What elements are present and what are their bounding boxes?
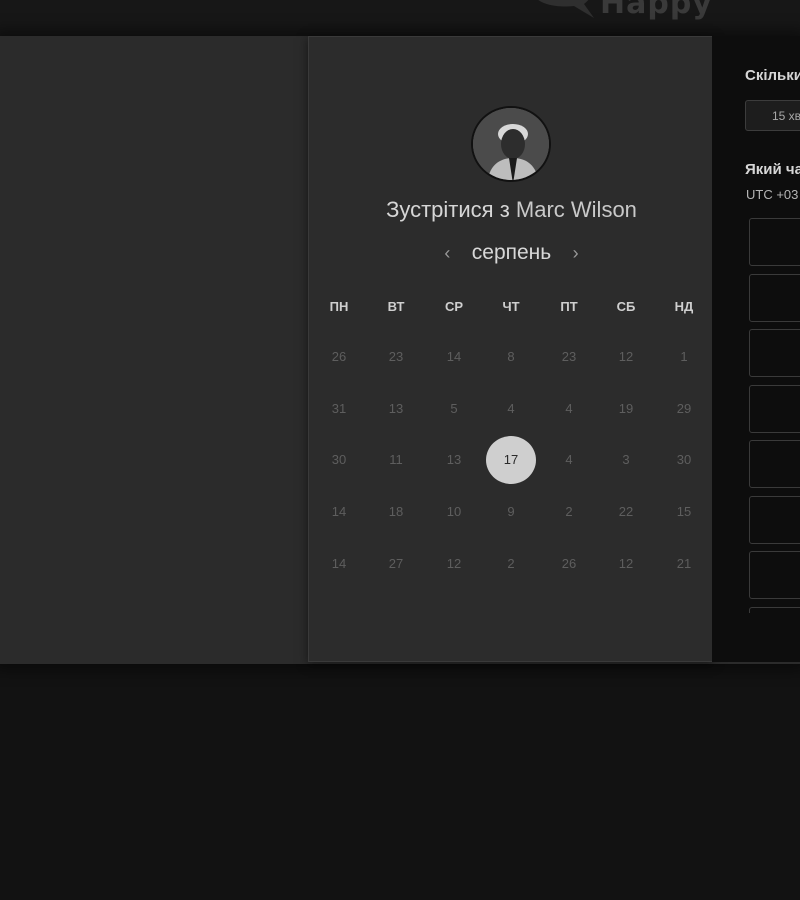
- day-grid: 26 23 14 8 23 12 1 31 13 5 4 4 19 29 30 11 13 17 4 3 30 14 18 1…: [309, 37, 714, 663]
- calendar-day[interactable]: 2: [549, 502, 589, 522]
- calendar-day[interactable]: 23: [549, 347, 589, 367]
- calendar-day-selected[interactable]: 17: [486, 436, 536, 484]
- time-panel: Скільки 15 хв Який ча UTC +03: [712, 36, 800, 662]
- calendar-day[interactable]: 2: [491, 554, 531, 574]
- time-slot[interactable]: [749, 606, 800, 613]
- calendar-day[interactable]: 11: [376, 450, 416, 470]
- calendar-day[interactable]: 12: [434, 554, 474, 574]
- time-slot[interactable]: [749, 273, 800, 322]
- calendar-card: Зустрітися з Marc Wilson ‹ серпень › ПН …: [308, 36, 713, 662]
- calendar-day[interactable]: 23: [376, 347, 416, 367]
- time-slot[interactable]: [749, 440, 800, 488]
- calendar-day[interactable]: 3: [606, 450, 646, 470]
- time-slot-list: [749, 218, 800, 613]
- calendar-day[interactable]: 1: [664, 347, 704, 367]
- calendar-day[interactable]: 14: [319, 502, 359, 522]
- calendar-day[interactable]: 12: [606, 554, 646, 574]
- calendar-day[interactable]: 29: [664, 399, 704, 419]
- calendar-day[interactable]: 18: [376, 502, 416, 522]
- calendar-day[interactable]: 26: [549, 554, 589, 574]
- calendar-day[interactable]: 9: [491, 502, 531, 522]
- calendar-day[interactable]: 8: [491, 347, 531, 367]
- timezone-label[interactable]: UTC +03: [746, 187, 798, 202]
- calendar-day[interactable]: 5: [434, 399, 474, 419]
- calendar-day[interactable]: 26: [319, 347, 359, 367]
- time-slot[interactable]: [749, 329, 800, 377]
- calendar-day[interactable]: 14: [434, 347, 474, 367]
- calendar-day[interactable]: 31: [319, 399, 359, 419]
- logo-icon: [538, 0, 594, 18]
- calendar-day[interactable]: 30: [664, 450, 704, 470]
- calendar-day[interactable]: 15: [664, 502, 704, 522]
- calendar-day[interactable]: 14: [319, 554, 359, 574]
- time-slot[interactable]: [749, 218, 800, 266]
- calendar-day[interactable]: 13: [376, 399, 416, 419]
- calendar-day[interactable]: 4: [549, 450, 589, 470]
- calendar-day[interactable]: 10: [434, 502, 474, 522]
- logo-text: Happy: [600, 0, 713, 21]
- duration-select[interactable]: 15 хв: [745, 100, 800, 131]
- calendar-day[interactable]: 19: [606, 399, 646, 419]
- calendar-day[interactable]: 22: [606, 502, 646, 522]
- calendar-day[interactable]: 4: [549, 399, 589, 419]
- calendar-day[interactable]: 21: [664, 554, 704, 574]
- time-question: Який ча: [745, 161, 800, 178]
- time-slot[interactable]: [749, 384, 800, 433]
- calendar-day[interactable]: 13: [434, 450, 474, 470]
- duration-question: Скільки: [745, 67, 800, 84]
- calendar-day[interactable]: 30: [319, 450, 359, 470]
- top-header: Happy: [0, 0, 800, 36]
- calendar-day[interactable]: 27: [376, 554, 416, 574]
- calendar-day[interactable]: 12: [606, 347, 646, 367]
- calendar-day[interactable]: 4: [491, 399, 531, 419]
- time-slot[interactable]: [749, 495, 800, 544]
- time-slot[interactable]: [749, 551, 800, 599]
